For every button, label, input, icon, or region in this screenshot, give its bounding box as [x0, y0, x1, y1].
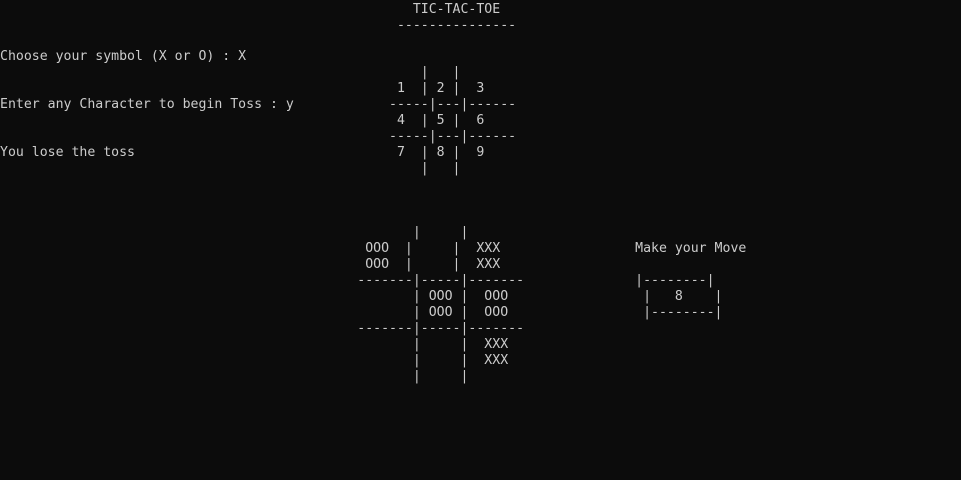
console-line-board-bottom: | | [0, 369, 469, 384]
console-line-board-row-2b: | OOO | OOO |--------| [0, 305, 723, 320]
console-line-guide-row-1: 1 | 2 | 3 [0, 81, 485, 96]
console-window[interactable]: TIC-TAC-TOE --------------- Choose your … [0, 0, 961, 480]
console-line-title-underline: --------------- [0, 18, 517, 33]
console-line-board-row-1a: OOO | | XXX Make your Move [0, 241, 747, 256]
console-line-toss-result: You lose the toss 7 | 8 | 9 [0, 145, 485, 160]
console-line-board-row-3b: | | XXX [0, 353, 509, 368]
console-line-board-separator-1: -------|-----|------- |--------| [0, 273, 715, 288]
console-line-guide-bottom: | | [0, 161, 461, 176]
console-line-board-top: | | [0, 225, 469, 240]
console-line-board-row-1b: OOO | | XXX [0, 257, 501, 272]
console-line-guide-top: | | [0, 65, 461, 80]
console-line-title: TIC-TAC-TOE [0, 2, 501, 17]
console-line-board-row-2a: | OOO | OOO | 8 | [0, 289, 723, 304]
console-line-symbol-prompt: Choose your symbol (X or O) : X [0, 49, 247, 64]
console-line-guide-separator: -----|---|------ [0, 129, 517, 144]
console-line-board-separator-2: -------|-----|------- [0, 321, 525, 336]
console-line-guide-row-2: 4 | 5 | 6 [0, 113, 485, 128]
console-line-board-row-3a: | | XXX [0, 337, 509, 352]
console-line-toss-prompt: Enter any Character to begin Toss : y --… [0, 97, 517, 112]
